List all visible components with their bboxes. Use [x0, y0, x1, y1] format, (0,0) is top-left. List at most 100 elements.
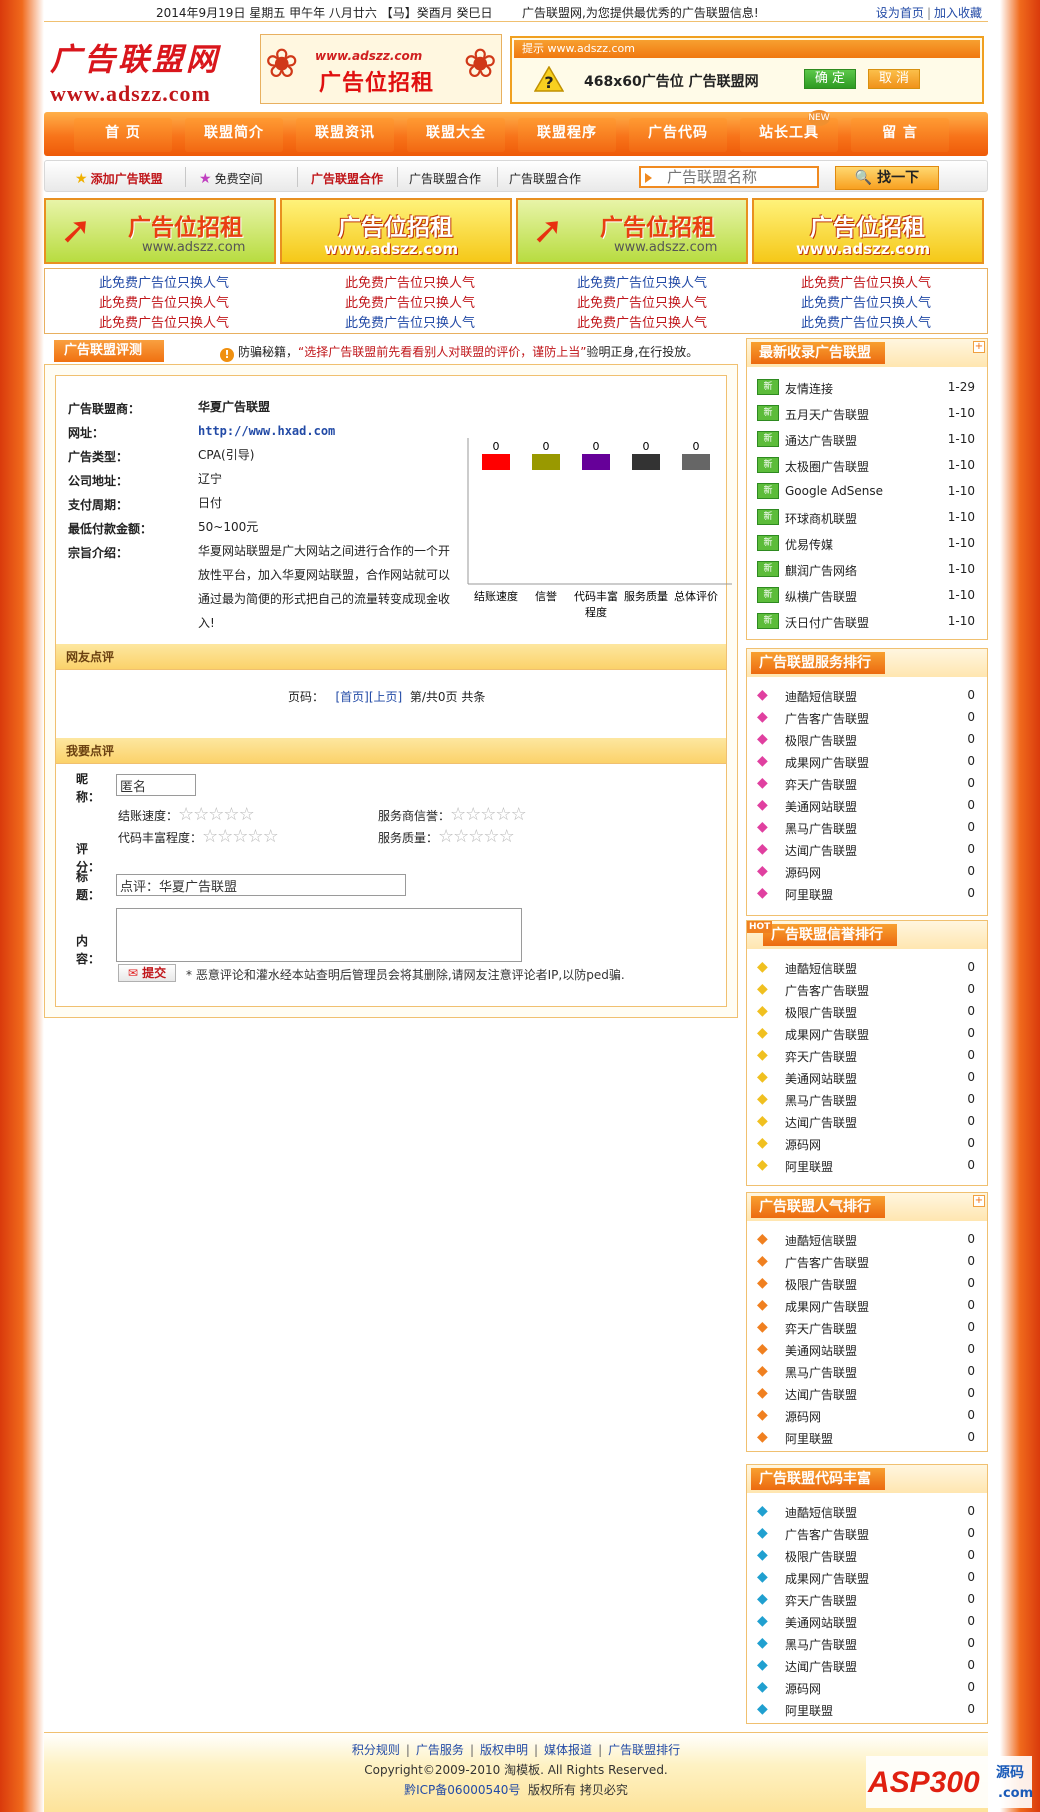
list-item[interactable]: 新太极圈广告联盟 1-10 — [757, 455, 979, 477]
list-item-name[interactable]: 纵横广告联盟 — [785, 588, 857, 605]
star-rating-credit[interactable]: ☆☆☆☆☆ — [450, 804, 527, 825]
set-home-link[interactable]: 设为首页 — [876, 6, 924, 20]
list-item[interactable]: ◆ 源码网 0 — [757, 1677, 979, 1699]
list-item-name[interactable]: 沃日付广告联盟 — [785, 614, 869, 631]
free-space-link[interactable]: ★ 免费空间 — [199, 170, 263, 187]
nick-input[interactable] — [116, 774, 196, 796]
list-item-name[interactable]: 广告客广告联盟 — [785, 982, 869, 999]
list-item[interactable]: ◆ 黑马广告联盟 0 — [757, 1361, 979, 1383]
list-item[interactable]: ◆ 黑马广告联盟 0 — [757, 817, 979, 839]
pager-prev-link[interactable]: [上页] — [369, 690, 402, 704]
list-item-name[interactable]: 源码网 — [785, 1680, 821, 1697]
ad-banner-1[interactable]: ➚ 广告位招租 www.adszz.com — [44, 198, 276, 264]
list-item[interactable]: ◆ 广告客广告联盟 0 — [757, 979, 979, 1001]
list-item[interactable]: ◆ 达闻广告联盟 0 — [757, 1111, 979, 1133]
list-item-name[interactable]: 阿里联盟 — [785, 1158, 833, 1175]
footer-link-ranking[interactable]: 广告联盟排行 — [608, 1743, 680, 1757]
nav-item-news[interactable]: 联盟资讯 — [296, 118, 394, 152]
text-ad-link[interactable]: 此免费广告位只换人气 — [801, 312, 931, 331]
text-ad-link[interactable]: 此免费广告位只换人气 — [99, 272, 229, 291]
list-item-name[interactable]: 弈天广告联盟 — [785, 776, 857, 793]
coop-link-1[interactable]: 广告联盟合作 — [311, 170, 383, 187]
nav-item-program[interactable]: 联盟程序 — [518, 118, 616, 152]
pager-first-link[interactable]: [首页] — [335, 690, 368, 704]
footer-link-media[interactable]: 媒体报道 — [544, 1743, 592, 1757]
notice-ok-button[interactable]: 确 定 — [804, 69, 856, 89]
list-item-name[interactable]: 源码网 — [785, 864, 821, 881]
list-item[interactable]: 新环球商机联盟 1-10 — [757, 507, 979, 529]
list-item[interactable]: ◆ 迪酷短信联盟 0 — [757, 957, 979, 979]
text-ad-link[interactable]: 此免费广告位只换人气 — [345, 272, 475, 291]
list-item[interactable]: 新通达广告联盟 1-10 — [757, 429, 979, 451]
list-item-name[interactable]: 成果网广告联盟 — [785, 1026, 869, 1043]
ad-banner-3[interactable]: ➚ 广告位招租 www.adszz.com — [516, 198, 748, 264]
footer-link-ad-service[interactable]: 广告服务 — [416, 1743, 464, 1757]
list-item-name[interactable]: 五月天广告联盟 — [785, 406, 869, 423]
list-item[interactable]: 新纵横广告联盟 1-10 — [757, 585, 979, 607]
list-item-name[interactable]: 达闻广告联盟 — [785, 1658, 857, 1675]
text-ad-link[interactable]: 此免费广告位只换人气 — [345, 312, 475, 331]
list-item-name[interactable]: 阿里联盟 — [785, 886, 833, 903]
list-item[interactable]: ◆ 迪酷短信联盟 0 — [757, 685, 979, 707]
list-item[interactable]: ◆ 迪酷短信联盟 0 — [757, 1229, 979, 1251]
search-input[interactable] — [639, 166, 819, 188]
header-ad-banner[interactable]: ❀ ❀ www.adszz.com 广告位招租 — [260, 34, 502, 104]
list-item[interactable]: ◆ 美通网站联盟 0 — [757, 1611, 979, 1633]
icp-link[interactable]: 黔ICP备06000540号 — [404, 1783, 520, 1797]
list-item-name[interactable]: 广告客广告联盟 — [785, 710, 869, 727]
list-item-name[interactable]: 源码网 — [785, 1136, 821, 1153]
list-item[interactable]: ◆ 阿里联盟 0 — [757, 883, 979, 905]
list-item-name[interactable]: 黑马广告联盟 — [785, 1636, 857, 1653]
list-item-name[interactable]: 环球商机联盟 — [785, 510, 857, 527]
list-item[interactable]: ◆ 成果网广告联盟 0 — [757, 1567, 979, 1589]
list-item[interactable]: ◆ 黑马广告联盟 0 — [757, 1633, 979, 1655]
list-item-name[interactable]: 极限广告联盟 — [785, 1548, 857, 1565]
list-item[interactable]: ◆ 美通网站联盟 0 — [757, 1067, 979, 1089]
list-item-name[interactable]: 阿里联盟 — [785, 1430, 833, 1447]
list-item[interactable]: ◆ 弈天广告联盟 0 — [757, 1589, 979, 1611]
list-item-name[interactable]: 达闻广告联盟 — [785, 1386, 857, 1403]
list-item-name[interactable]: 黑马广告联盟 — [785, 820, 857, 837]
list-item-name[interactable]: 极限广告联盟 — [785, 732, 857, 749]
list-item[interactable]: ◆ 阿里联盟 0 — [757, 1155, 979, 1177]
list-item[interactable]: 新友情连接 1-29 — [757, 377, 979, 399]
list-item-name[interactable]: 阿里联盟 — [785, 1702, 833, 1719]
list-item-name[interactable]: 麒润广告网络 — [785, 562, 857, 579]
list-item-name[interactable]: 弈天广告联盟 — [785, 1592, 857, 1609]
ad-banner-2[interactable]: 广告位招租 www.adszz.com — [280, 198, 512, 264]
list-item[interactable]: ◆ 极限广告联盟 0 — [757, 1545, 979, 1567]
list-item[interactable]: ◆ 广告客广告联盟 0 — [757, 1523, 979, 1545]
list-item-name[interactable]: 美通网站联盟 — [785, 1070, 857, 1087]
list-item[interactable]: 新五月天广告联盟 1-10 — [757, 403, 979, 425]
text-ad-link[interactable]: 此免费广告位只换人气 — [345, 292, 475, 311]
list-item-name[interactable]: 广告客广告联盟 — [785, 1254, 869, 1271]
list-item[interactable]: ◆ 弈天广告联盟 0 — [757, 773, 979, 795]
nav-item-directory[interactable]: 联盟大全 — [407, 118, 505, 152]
list-item[interactable]: ◆ 源码网 0 — [757, 1405, 979, 1427]
list-item[interactable]: ◆ 阿里联盟 0 — [757, 1427, 979, 1449]
text-ad-link[interactable]: 此免费广告位只换人气 — [577, 272, 707, 291]
list-item[interactable]: 新麒润广告网络 1-10 — [757, 559, 979, 581]
star-rating-code[interactable]: ☆☆☆☆☆ — [202, 826, 279, 847]
nav-item-message[interactable]: 留 言 — [851, 118, 949, 152]
list-item[interactable]: ◆ 源码网 0 — [757, 861, 979, 883]
list-item-name[interactable]: 迪酷短信联盟 — [785, 688, 857, 705]
text-ad-link[interactable]: 此免费广告位只换人气 — [577, 292, 707, 311]
list-item[interactable]: ◆ 黑马广告联盟 0 — [757, 1089, 979, 1111]
list-item-name[interactable]: 太极圈广告联盟 — [785, 458, 869, 475]
add-union-link[interactable]: ★ 添加广告联盟 — [75, 170, 163, 187]
coop-link-3[interactable]: 广告联盟合作 — [509, 170, 581, 187]
list-item[interactable]: ◆ 达闻广告联盟 0 — [757, 1383, 979, 1405]
nav-item-home[interactable]: 首 页 — [74, 118, 172, 152]
list-item-name[interactable]: Google AdSense — [785, 484, 883, 498]
text-ad-link[interactable]: 此免费广告位只换人气 — [99, 292, 229, 311]
list-item[interactable]: ◆ 美通网站联盟 0 — [757, 795, 979, 817]
list-item-name[interactable]: 源码网 — [785, 1408, 821, 1425]
search-button[interactable]: 🔍 找一下 — [835, 166, 939, 190]
list-item-name[interactable]: 美通网站联盟 — [785, 1614, 857, 1631]
list-item-name[interactable]: 达闻广告联盟 — [785, 1114, 857, 1131]
list-item[interactable]: ◆ 成果网广告联盟 0 — [757, 751, 979, 773]
list-item[interactable]: ◆ 广告客广告联盟 0 — [757, 707, 979, 729]
list-item-name[interactable]: 迪酷短信联盟 — [785, 1232, 857, 1249]
nav-item-tools[interactable]: 站长工具 NEW — [740, 110, 838, 152]
